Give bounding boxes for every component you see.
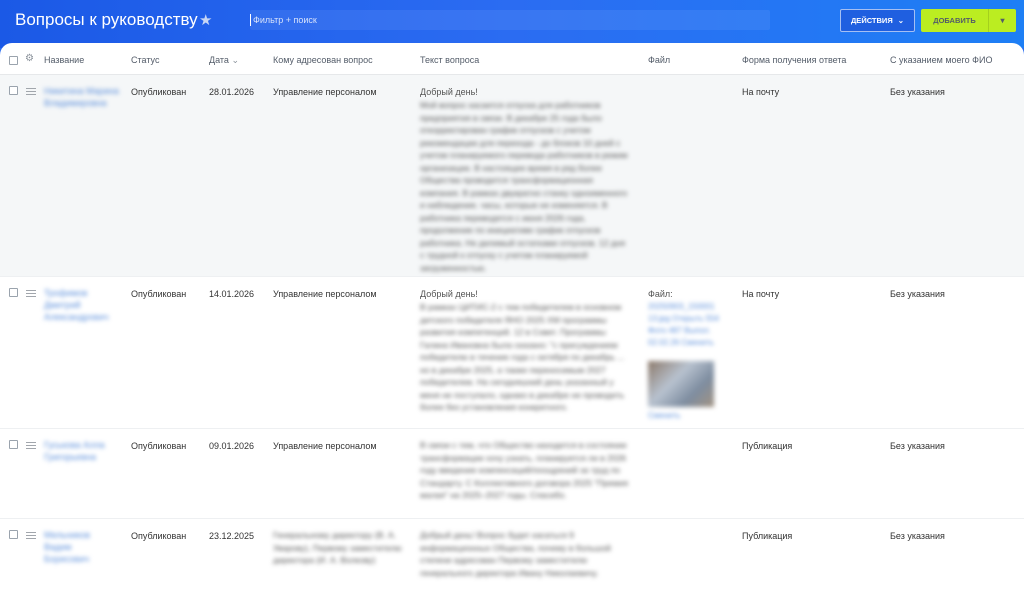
gear-icon[interactable]: ⚙ (25, 53, 34, 64)
with-name-cell: Без указания (890, 531, 945, 541)
question-name-link[interactable]: Мельников Вадим Борисович (44, 529, 119, 565)
status-cell: Опубликован (131, 441, 187, 451)
question-text: В рамках ЦИТИС-2 с тем победителем в осн… (420, 302, 625, 412)
date-cell: 23.12.2025 (209, 531, 255, 541)
file-change-link[interactable]: Сменить (648, 410, 698, 422)
row-checkbox[interactable] (9, 530, 18, 539)
table-row[interactable]: Гуськова Алла Григорьевна Опубликован 09… (0, 429, 1024, 519)
select-all-checkbox[interactable] (9, 56, 18, 65)
actions-button[interactable]: Действия ⌄ (840, 9, 915, 32)
grid-panel: ⚙ Название Статус Дата ⌄ Кому адресован … (0, 43, 1024, 589)
question-greeting: Добрый день! (420, 87, 478, 97)
question-text: Добрый день! Вопрос будет касаться 9 инф… (420, 530, 611, 578)
addressee-cell: Управление персоналом (273, 289, 377, 299)
add-button-group: Добавить ▾ (921, 9, 1016, 32)
answer-form-cell: На почту (742, 289, 780, 299)
col-file[interactable]: Файл (648, 55, 670, 65)
actions-button-label: Действия (850, 16, 893, 25)
col-date[interactable]: Дата ⌄ (209, 55, 239, 66)
status-cell: Опубликован (131, 531, 187, 541)
caret-down-icon: ▾ (1000, 16, 1005, 25)
table-row[interactable]: Никитина Марина Владимировна Опубликован… (0, 75, 1024, 277)
question-name-link[interactable]: Гуськова Алла Григорьевна (44, 439, 119, 463)
question-text: В связи с тем, что Общество находится в … (420, 440, 629, 500)
answer-form-cell: На почту (742, 87, 780, 97)
col-with-name[interactable]: С указанием моего ФИО (890, 55, 992, 65)
row-checkbox[interactable] (9, 440, 18, 449)
col-addressee[interactable]: Кому адресован вопрос (273, 55, 373, 65)
question-text: Мой вопрос касается отпуска для работник… (420, 100, 628, 273)
row-checkbox[interactable] (9, 86, 18, 95)
addressee-cell: Управление персоналом (273, 87, 377, 97)
add-button[interactable]: Добавить (921, 9, 988, 32)
favorite-star-icon[interactable]: ★ (199, 11, 212, 29)
page-title: Вопросы к руководству (15, 10, 198, 29)
file-label: Файл: (648, 289, 673, 299)
top-bar: Вопросы к руководству ★ Действия ⌄ Добав… (0, 0, 1024, 48)
row-menu-icon[interactable] (26, 290, 36, 297)
row-menu-icon[interactable] (26, 442, 36, 449)
row-menu-icon[interactable] (26, 88, 36, 95)
col-answer-form[interactable]: Форма получения ответа (742, 55, 846, 65)
grid-header: ⚙ Название Статус Дата ⌄ Кому адресован … (0, 43, 1024, 75)
with-name-cell: Без указания (890, 441, 945, 451)
answer-form-cell: Публикация (742, 441, 793, 451)
search-input[interactable] (253, 13, 753, 27)
col-status[interactable]: Статус (131, 55, 159, 65)
table-row[interactable]: Мельников Вадим Борисович Опубликован 23… (0, 519, 1024, 589)
question-name-link[interactable]: Никитина Марина Владимировна (44, 85, 119, 109)
with-name-cell: Без указания (890, 87, 945, 97)
status-cell: Опубликован (131, 87, 187, 97)
col-name[interactable]: Название (44, 55, 84, 65)
file-thumbnail[interactable] (648, 361, 714, 407)
col-date-label: Дата (209, 55, 229, 65)
date-cell: 09.01.2026 (209, 441, 255, 451)
add-dropdown-button[interactable]: ▾ (988, 9, 1016, 32)
answer-form-cell: Публикация (742, 531, 793, 541)
search-box[interactable] (250, 10, 770, 30)
addressee-cell: Генеральному директору (В. А. Уварову), … (273, 530, 402, 565)
date-cell: 14.01.2026 (209, 289, 255, 299)
sort-desc-icon: ⌄ (231, 55, 239, 65)
question-greeting: Добрый день! (420, 289, 478, 299)
search-caret (250, 14, 251, 26)
row-checkbox[interactable] (9, 288, 18, 297)
with-name-cell: Без указания (890, 289, 945, 299)
col-text[interactable]: Текст вопроса (420, 55, 479, 65)
date-cell: 28.01.2026 (209, 87, 255, 97)
table-row[interactable]: Трофимов Дмитрий Александрович Опубликов… (0, 277, 1024, 429)
question-name-link[interactable]: Трофимов Дмитрий Александрович (44, 287, 119, 323)
row-menu-icon[interactable] (26, 532, 36, 539)
chevron-down-icon: ⌄ (897, 16, 905, 25)
file-link[interactable]: 20250903_150001 13.jpg Открыть 554 Фото … (648, 301, 728, 359)
status-cell: Опубликован (131, 289, 187, 299)
add-button-label: Добавить (933, 16, 976, 25)
addressee-cell: Управление персоналом (273, 441, 377, 451)
